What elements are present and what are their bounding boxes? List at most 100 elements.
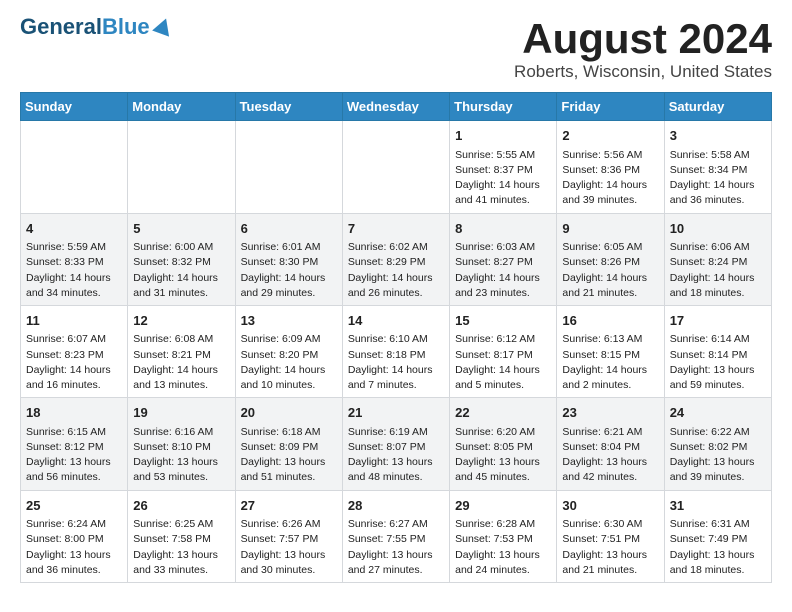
cell-info: Daylight: 14 hours	[133, 363, 229, 378]
day-number: 21	[348, 403, 444, 423]
day-number: 28	[348, 496, 444, 516]
cell-info: Sunrise: 6:03 AM	[455, 240, 551, 255]
page: GeneralBlue August 2024 Roberts, Wiscons…	[0, 0, 792, 599]
cell-info: and 39 minutes.	[670, 470, 766, 485]
cell-info: Sunset: 8:00 PM	[26, 532, 122, 547]
cell-info: Daylight: 14 hours	[241, 363, 337, 378]
day-number: 10	[670, 219, 766, 239]
cell-info: Sunrise: 6:09 AM	[241, 332, 337, 347]
cell-info: Sunset: 8:33 PM	[26, 255, 122, 270]
calendar-cell: 11Sunrise: 6:07 AMSunset: 8:23 PMDayligh…	[21, 305, 128, 397]
cell-info: Sunrise: 6:05 AM	[562, 240, 658, 255]
header-thursday: Thursday	[450, 93, 557, 121]
cell-info: and 39 minutes.	[562, 193, 658, 208]
cell-info: Sunrise: 6:13 AM	[562, 332, 658, 347]
cell-info: Sunrise: 5:56 AM	[562, 148, 658, 163]
day-number: 26	[133, 496, 229, 516]
calendar-cell: 30Sunrise: 6:30 AMSunset: 7:51 PMDayligh…	[557, 490, 664, 582]
day-number: 3	[670, 126, 766, 146]
logo: GeneralBlue	[20, 16, 174, 38]
cell-info: Daylight: 14 hours	[348, 363, 444, 378]
day-number: 29	[455, 496, 551, 516]
cell-info: and 34 minutes.	[26, 286, 122, 301]
cell-info: Sunrise: 6:07 AM	[26, 332, 122, 347]
cell-info: and 23 minutes.	[455, 286, 551, 301]
week-row-1: 1Sunrise: 5:55 AMSunset: 8:37 PMDaylight…	[21, 121, 772, 213]
cell-info: Sunset: 7:49 PM	[670, 532, 766, 547]
calendar-cell: 7Sunrise: 6:02 AMSunset: 8:29 PMDaylight…	[342, 213, 449, 305]
cell-info: Sunset: 7:51 PM	[562, 532, 658, 547]
cell-info: and 33 minutes.	[133, 563, 229, 578]
cell-info: Daylight: 13 hours	[562, 455, 658, 470]
cell-info: and 18 minutes.	[670, 563, 766, 578]
cell-info: and 53 minutes.	[133, 470, 229, 485]
calendar-cell: 26Sunrise: 6:25 AMSunset: 7:58 PMDayligh…	[128, 490, 235, 582]
cell-info: and 13 minutes.	[133, 378, 229, 393]
header-saturday: Saturday	[664, 93, 771, 121]
cell-info: Daylight: 14 hours	[241, 271, 337, 286]
cell-info: Sunset: 8:32 PM	[133, 255, 229, 270]
header-sunday: Sunday	[21, 93, 128, 121]
cell-info: and 29 minutes.	[241, 286, 337, 301]
cell-info: Daylight: 14 hours	[26, 363, 122, 378]
cell-info: Daylight: 14 hours	[26, 271, 122, 286]
calendar-cell: 29Sunrise: 6:28 AMSunset: 7:53 PMDayligh…	[450, 490, 557, 582]
cell-info: Sunrise: 6:30 AM	[562, 517, 658, 532]
cell-info: Daylight: 13 hours	[455, 548, 551, 563]
cell-info: Daylight: 14 hours	[348, 271, 444, 286]
cell-info: and 56 minutes.	[26, 470, 122, 485]
cell-info: Daylight: 13 hours	[241, 455, 337, 470]
calendar-cell: 18Sunrise: 6:15 AMSunset: 8:12 PMDayligh…	[21, 398, 128, 490]
cell-info: Sunrise: 6:08 AM	[133, 332, 229, 347]
day-number: 15	[455, 311, 551, 331]
cell-info: and 36 minutes.	[26, 563, 122, 578]
cell-info: Sunset: 7:57 PM	[241, 532, 337, 547]
calendar-cell: 19Sunrise: 6:16 AMSunset: 8:10 PMDayligh…	[128, 398, 235, 490]
cell-info: and 10 minutes.	[241, 378, 337, 393]
day-number: 1	[455, 126, 551, 146]
calendar-cell: 6Sunrise: 6:01 AMSunset: 8:30 PMDaylight…	[235, 213, 342, 305]
calendar-cell: 20Sunrise: 6:18 AMSunset: 8:09 PMDayligh…	[235, 398, 342, 490]
cell-info: Sunset: 8:05 PM	[455, 440, 551, 455]
cell-info: and 51 minutes.	[241, 470, 337, 485]
title-block: August 2024 Roberts, Wisconsin, United S…	[514, 16, 772, 82]
cell-info: and 41 minutes.	[455, 193, 551, 208]
cell-info: Sunset: 8:02 PM	[670, 440, 766, 455]
cell-info: Sunrise: 6:28 AM	[455, 517, 551, 532]
calendar-cell: 31Sunrise: 6:31 AMSunset: 7:49 PMDayligh…	[664, 490, 771, 582]
cell-info: Sunset: 8:20 PM	[241, 348, 337, 363]
calendar-table: SundayMondayTuesdayWednesdayThursdayFrid…	[20, 92, 772, 583]
cell-info: Daylight: 14 hours	[455, 363, 551, 378]
cell-info: Sunrise: 6:22 AM	[670, 425, 766, 440]
day-number: 16	[562, 311, 658, 331]
day-number: 2	[562, 126, 658, 146]
cell-info: and 36 minutes.	[670, 193, 766, 208]
calendar-cell: 2Sunrise: 5:56 AMSunset: 8:36 PMDaylight…	[557, 121, 664, 213]
day-number: 18	[26, 403, 122, 423]
cell-info: Sunset: 8:21 PM	[133, 348, 229, 363]
cell-info: Sunrise: 6:18 AM	[241, 425, 337, 440]
cell-info: and 45 minutes.	[455, 470, 551, 485]
cell-info: Sunrise: 6:00 AM	[133, 240, 229, 255]
cell-info: and 18 minutes.	[670, 286, 766, 301]
day-number: 24	[670, 403, 766, 423]
day-number: 30	[562, 496, 658, 516]
cell-info: Sunrise: 6:16 AM	[133, 425, 229, 440]
cell-info: Sunrise: 6:25 AM	[133, 517, 229, 532]
header-monday: Monday	[128, 93, 235, 121]
cell-info: and 59 minutes.	[670, 378, 766, 393]
cell-info: and 27 minutes.	[348, 563, 444, 578]
cell-info: Daylight: 13 hours	[670, 548, 766, 563]
cell-info: Sunrise: 6:14 AM	[670, 332, 766, 347]
cell-info: Sunrise: 6:20 AM	[455, 425, 551, 440]
cell-info: Sunset: 8:09 PM	[241, 440, 337, 455]
cell-info: and 7 minutes.	[348, 378, 444, 393]
cell-info: Sunset: 8:04 PM	[562, 440, 658, 455]
cell-info: and 30 minutes.	[241, 563, 337, 578]
cell-info: Sunrise: 5:55 AM	[455, 148, 551, 163]
calendar-cell: 10Sunrise: 6:06 AMSunset: 8:24 PMDayligh…	[664, 213, 771, 305]
cell-info: Sunrise: 6:27 AM	[348, 517, 444, 532]
main-title: August 2024	[514, 16, 772, 62]
week-row-5: 25Sunrise: 6:24 AMSunset: 8:00 PMDayligh…	[21, 490, 772, 582]
cell-info: Sunrise: 5:59 AM	[26, 240, 122, 255]
